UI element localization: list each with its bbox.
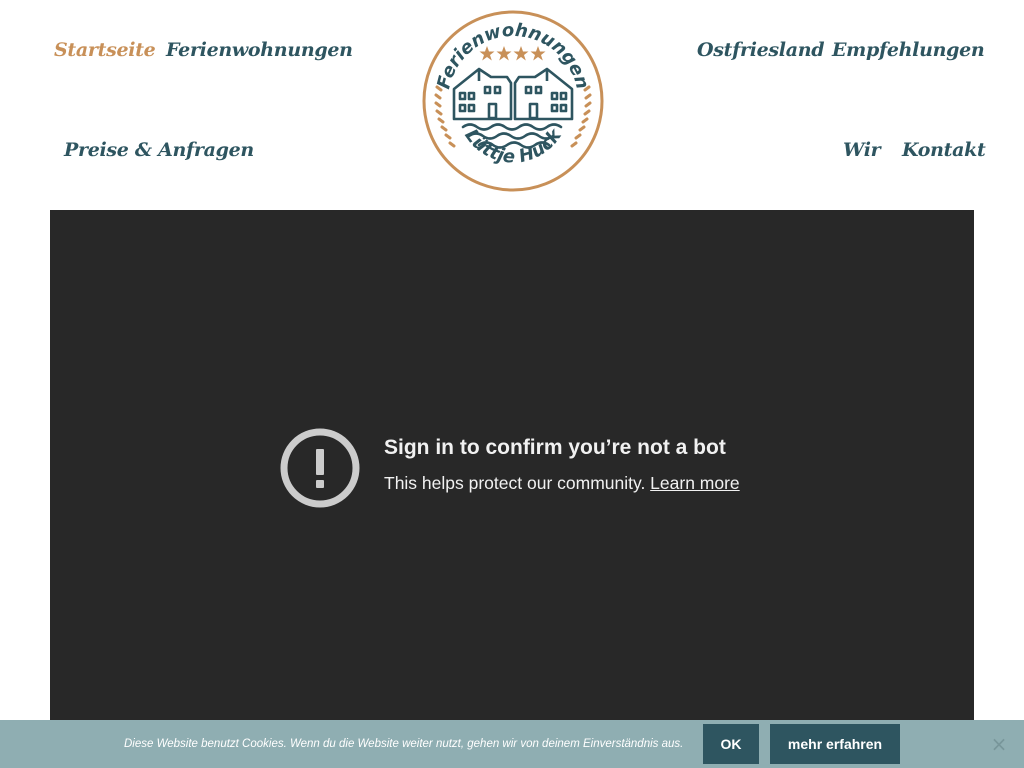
nav-preise-anfragen[interactable]: Preise & Anfragen [64, 138, 254, 162]
cookie-more-info-button[interactable]: mehr erfahren [770, 724, 900, 764]
nav-ostfriesland[interactable]: Ostfriesland [697, 38, 825, 62]
nav-startseite[interactable]: Startseite [54, 38, 156, 62]
cookie-ok-button[interactable]: OK [703, 724, 759, 764]
video-error-subtitle: This helps protect our community. Learn … [384, 473, 740, 494]
learn-more-link[interactable]: Learn more [650, 473, 740, 493]
nav-empfehlungen[interactable]: Empfehlungen [832, 38, 985, 62]
cookie-banner: Diese Website benutzt Cookies. Wenn du d… [0, 720, 1024, 768]
nav-kontakt[interactable]: Kontakt [902, 138, 986, 162]
video-embed[interactable]: Sign in to confirm you’re not a bot This… [50, 210, 974, 768]
cookie-notice-text: Diese Website benutzt Cookies. Wenn du d… [124, 738, 684, 750]
video-error-title: Sign in to confirm you’re not a bot [384, 436, 726, 459]
close-icon[interactable]: × [989, 734, 1009, 754]
nav-ferienwohnungen[interactable]: Ferienwohnungen [166, 38, 353, 62]
site-logo[interactable]: Ferienwohnungen Lüttje Huck [421, 9, 605, 193]
video-error-message: This helps protect our community. [384, 473, 651, 493]
warning-icon [280, 428, 360, 508]
nav-wir[interactable]: Wir [843, 138, 881, 162]
